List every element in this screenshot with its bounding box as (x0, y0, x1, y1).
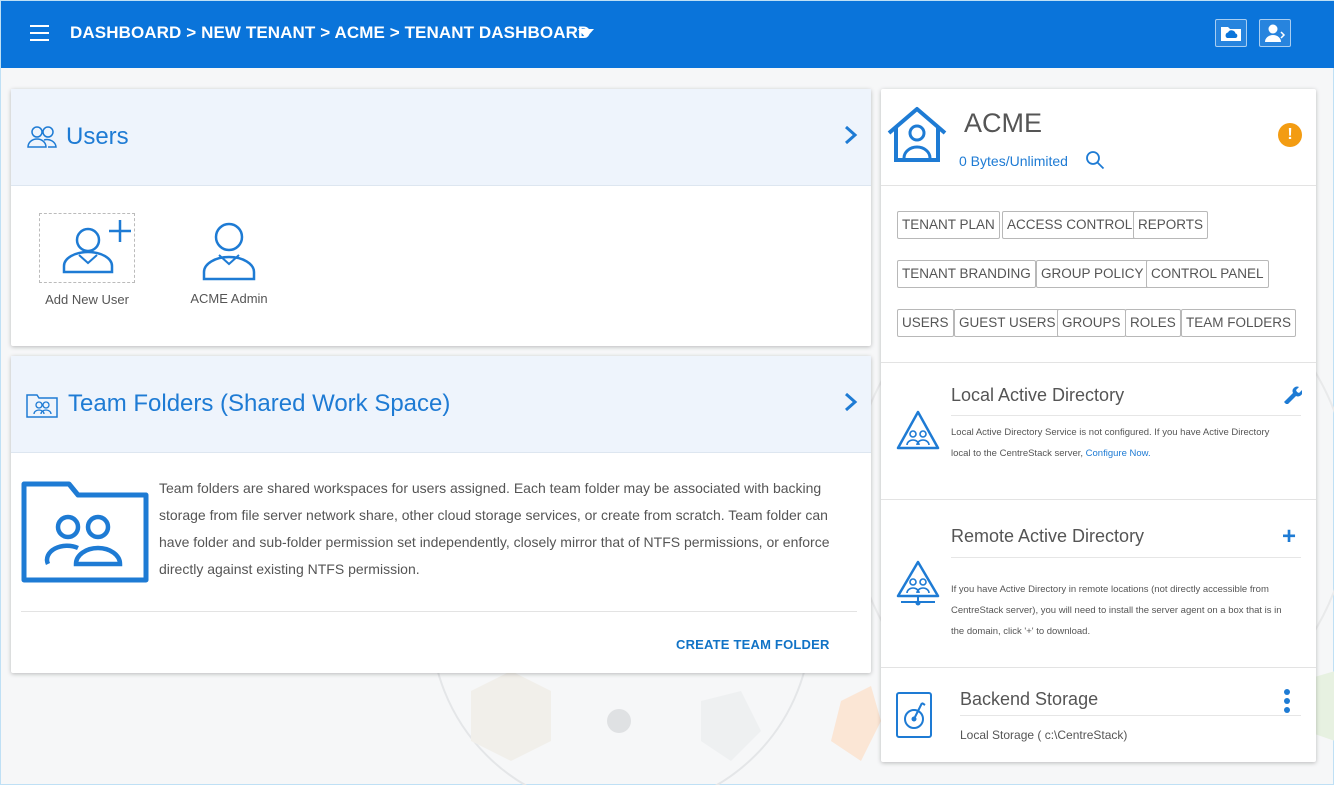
remote-ad-text: If you have Active Directory in remote l… (951, 584, 1282, 637)
groups-button[interactable]: GROUPS (1057, 309, 1126, 337)
users-button[interactable]: USERS (897, 309, 954, 337)
user-tile-acme-admin[interactable]: ACME Admin (183, 213, 275, 306)
control-panel-button[interactable]: CONTROL PANEL (1146, 260, 1269, 288)
divider (881, 185, 1316, 186)
hard-drive-icon (896, 692, 932, 738)
remote-ad-title: Remote Active Directory (951, 526, 1145, 546)
home-icon (887, 107, 947, 162)
divider (881, 499, 1316, 500)
add-icon[interactable]: + (1282, 523, 1296, 551)
cloud-folder-icon (1221, 27, 1241, 41)
divider (881, 362, 1316, 363)
user-logout-icon (1265, 24, 1286, 42)
backend-storage-title: Backend Storage (960, 689, 1099, 709)
cloud-folder-button[interactable] (1215, 19, 1247, 47)
guest-users-button[interactable]: GUEST USERS (954, 309, 1061, 337)
local-ad-icon (896, 410, 940, 450)
breadcrumb[interactable]: DASHBOARD > NEW TENANT > ACME > TENANT D… (70, 23, 590, 43)
menu-icon[interactable] (30, 25, 49, 41)
section-rule (951, 557, 1301, 558)
tenant-name: ACME (964, 108, 1043, 138)
remote-ad-icon (896, 560, 940, 606)
chevron-right-icon[interactable] (843, 125, 859, 145)
backend-storage-value: Local Storage ( c:\CentreStack) (960, 728, 1128, 742)
user-label-acme-admin: ACME Admin (190, 291, 268, 306)
team-folder-icon (26, 394, 58, 418)
tenant-plan-button[interactable]: TENANT PLAN (897, 211, 1000, 239)
group-policy-button[interactable]: GROUP POLICY (1036, 260, 1149, 288)
local-ad-title: Local Active Directory (951, 385, 1125, 405)
user-icon (202, 222, 256, 281)
access-control-button[interactable]: ACCESS CONTROL (1002, 211, 1138, 239)
search-icon[interactable] (1085, 150, 1105, 170)
configure-now-link[interactable]: Configure Now. (1086, 448, 1151, 459)
team-folder-large-icon (21, 481, 149, 583)
team-folders-description: Team folders are shared workspaces for u… (159, 480, 830, 577)
divider (881, 667, 1316, 668)
create-team-folder-button[interactable]: CREATE TEAM FOLDER (676, 637, 830, 652)
wrench-icon[interactable] (1282, 384, 1302, 404)
section-rule (951, 415, 1301, 416)
users-card-title: Users (66, 123, 129, 150)
team-folders-card-header[interactable]: Team Folders (Shared Work Space) (11, 356, 871, 453)
breadcrumb-dropdown-icon[interactable] (578, 29, 594, 38)
team-folders-card-title: Team Folders (Shared Work Space) (68, 390, 451, 417)
tenant-usage: 0 Bytes/Unlimited (959, 153, 1068, 169)
users-card: Users Add New User ACME Admin (11, 89, 871, 346)
roles-button[interactable]: ROLES (1125, 309, 1181, 337)
tenant-branding-button[interactable]: TENANT BRANDING (897, 260, 1036, 288)
users-icon (27, 126, 57, 148)
warning-icon[interactable]: ! (1278, 123, 1302, 147)
team-folders-button[interactable]: TEAM FOLDERS (1181, 309, 1297, 337)
divider (21, 611, 857, 612)
top-bar: DASHBOARD > NEW TENANT > ACME > TENANT D… (1, 1, 1334, 68)
add-new-user-label: Add New User (45, 292, 129, 307)
more-options-icon[interactable] (1284, 689, 1290, 713)
section-rule (960, 715, 1301, 716)
local-ad-text: Local Active Directory Service is not co… (951, 422, 1291, 464)
reports-button[interactable]: REPORTS (1133, 211, 1209, 239)
add-user-icon (62, 220, 131, 274)
users-card-header[interactable]: Users (11, 89, 871, 186)
chevron-right-icon[interactable] (843, 392, 859, 412)
user-logout-button[interactable] (1259, 19, 1291, 47)
add-new-user-tile[interactable]: Add New User (39, 213, 135, 307)
